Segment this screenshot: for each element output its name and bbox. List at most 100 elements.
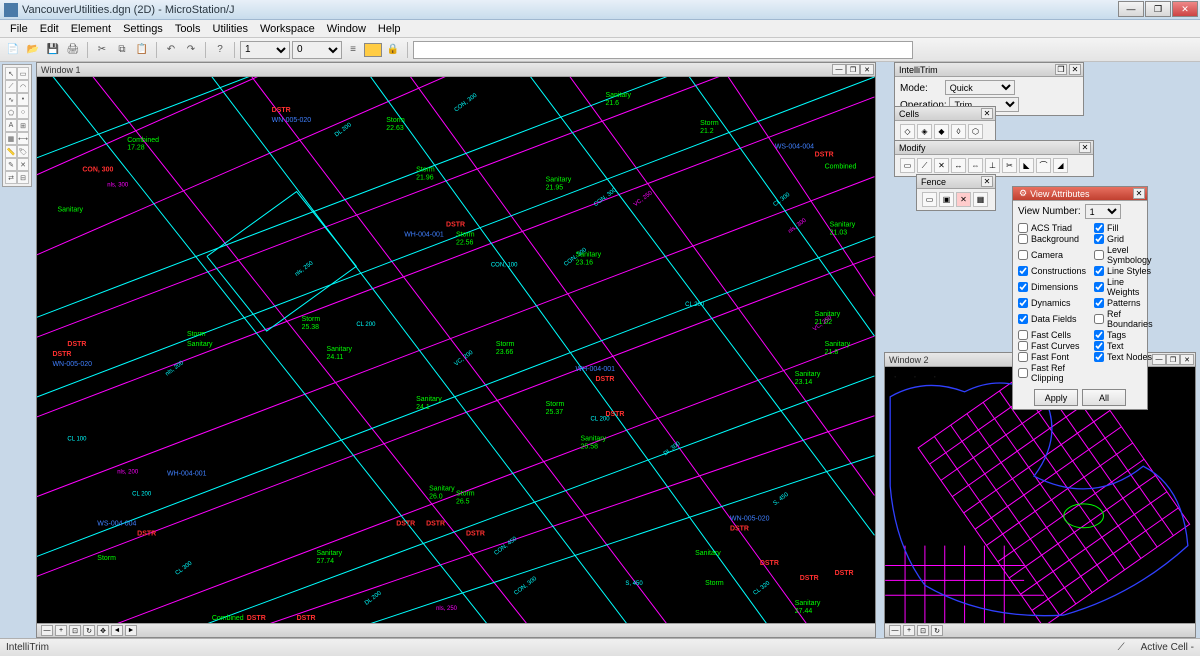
window-minimize-button[interactable]: — bbox=[1118, 1, 1144, 17]
panel-fence-title[interactable]: Fence ✕ bbox=[917, 175, 995, 189]
view1-minimize[interactable]: — bbox=[832, 64, 846, 75]
menu-settings[interactable]: Settings bbox=[117, 21, 169, 37]
tool-tag[interactable]: 🏷 bbox=[17, 145, 29, 158]
menu-tools[interactable]: Tools bbox=[169, 21, 207, 37]
view2-maximize[interactable]: ❐ bbox=[1166, 354, 1180, 365]
view2-btn-b[interactable]: + bbox=[903, 625, 915, 636]
viewattr-check-background[interactable] bbox=[1018, 234, 1028, 244]
modify-element-button[interactable]: ▭ bbox=[900, 158, 915, 173]
viewattr-check-fast-curves[interactable] bbox=[1018, 341, 1028, 351]
window-maximize-button[interactable]: ❐ bbox=[1145, 1, 1171, 17]
paste-button[interactable]: 📋 bbox=[133, 41, 151, 59]
modify-extend2-button[interactable]: ⇔ bbox=[968, 158, 983, 173]
cells-identify-button[interactable]: ◊ bbox=[951, 124, 966, 139]
viewattr-check-line-styles[interactable] bbox=[1094, 266, 1104, 276]
view2-btn-a[interactable]: — bbox=[889, 625, 901, 636]
view2-btn-fit[interactable]: ⊡ bbox=[917, 625, 929, 636]
tool-delete[interactable]: ✕ bbox=[17, 158, 29, 171]
viewattr-apply-button[interactable]: Apply bbox=[1034, 389, 1078, 406]
tool-polygon[interactable]: ⬠ bbox=[5, 106, 17, 119]
status-active-cell[interactable]: Active Cell - bbox=[1141, 642, 1194, 653]
view1-btn-b[interactable]: + bbox=[55, 625, 67, 636]
tool-fence[interactable]: ▭ bbox=[17, 67, 29, 80]
viewattr-check-line-weights[interactable] bbox=[1094, 282, 1104, 292]
tool-dimension[interactable]: ⟷ bbox=[17, 132, 29, 145]
tool-change[interactable]: ⇄ bbox=[5, 171, 17, 184]
cells-define-button[interactable]: ◈ bbox=[917, 124, 932, 139]
cut-button[interactable]: ✂ bbox=[93, 41, 111, 59]
viewattr-check-grid[interactable] bbox=[1094, 234, 1104, 244]
modify-partial-delete-button[interactable]: ⟋ bbox=[917, 158, 932, 173]
tool-curve[interactable]: ∿ bbox=[5, 93, 17, 106]
viewattr-check-dynamics[interactable] bbox=[1018, 298, 1028, 308]
menu-element[interactable]: Element bbox=[65, 21, 117, 37]
viewattr-check-fast-ref-clipping[interactable] bbox=[1018, 368, 1028, 378]
view1-btn-rotate[interactable]: ↻ bbox=[83, 625, 95, 636]
modify-fillet-button[interactable]: ⌒ bbox=[1036, 158, 1051, 173]
menu-workspace[interactable]: Workspace bbox=[254, 21, 321, 37]
menu-file[interactable]: File bbox=[4, 21, 34, 37]
viewattr-check-dimensions[interactable] bbox=[1018, 282, 1028, 292]
tool-select[interactable]: ↖ bbox=[5, 67, 17, 80]
modify-break-button[interactable]: ✕ bbox=[934, 158, 949, 173]
linestyle-select[interactable]: 0 bbox=[292, 41, 342, 59]
tool-modify[interactable]: ✎ bbox=[5, 158, 17, 171]
view1-btn-a[interactable]: — bbox=[41, 625, 53, 636]
view1-btn-prev[interactable]: ◄ bbox=[111, 625, 123, 636]
viewattr-check-camera[interactable] bbox=[1018, 250, 1028, 260]
viewattr-check-text-nodes[interactable] bbox=[1094, 352, 1104, 362]
view2-close[interactable]: ✕ bbox=[1180, 354, 1194, 365]
menu-edit[interactable]: Edit bbox=[34, 21, 65, 37]
tool-circle[interactable]: ○ bbox=[17, 106, 29, 119]
window-close-button[interactable]: ✕ bbox=[1172, 1, 1198, 17]
viewattr-check-level-symbology[interactable] bbox=[1094, 250, 1104, 260]
intellitrim-mode-select[interactable]: Quick bbox=[945, 80, 1015, 95]
panel-intellitrim-restore[interactable]: ❐ bbox=[1055, 64, 1067, 75]
modify-chamfer-button[interactable]: ◢ bbox=[1053, 158, 1068, 173]
panel-modify-close[interactable]: ✕ bbox=[1079, 142, 1091, 153]
view1-maximize[interactable]: ❐ bbox=[846, 64, 860, 75]
tool-arc[interactable]: ◠ bbox=[17, 80, 29, 93]
copy-button[interactable]: ⧉ bbox=[113, 41, 131, 59]
tool-cell[interactable]: ⊞ bbox=[17, 119, 29, 132]
panel-fence-close[interactable]: ✕ bbox=[981, 176, 993, 187]
help-button[interactable]: ? bbox=[211, 41, 229, 59]
fence-place-button[interactable]: ▭ bbox=[922, 192, 937, 207]
view1-titlebar[interactable]: Window 1 — ❐ ✕ bbox=[37, 63, 875, 77]
viewattr-all-button[interactable]: All bbox=[1082, 389, 1126, 406]
status-snap-icon[interactable]: ⟋ bbox=[1118, 642, 1125, 653]
cells-place-button[interactable]: ◇ bbox=[900, 124, 915, 139]
tool-point[interactable]: • bbox=[17, 93, 29, 106]
panel-intellitrim-title[interactable]: IntelliTrim ❐ ✕ bbox=[895, 63, 1083, 77]
save-file-button[interactable]: 💾 bbox=[44, 41, 62, 59]
view2-minimize[interactable]: — bbox=[1152, 354, 1166, 365]
menu-window[interactable]: Window bbox=[321, 21, 372, 37]
cells-select-button[interactable]: ⬡ bbox=[968, 124, 983, 139]
level-select[interactable]: 1 bbox=[240, 41, 290, 59]
viewattr-check-patterns[interactable] bbox=[1094, 298, 1104, 308]
view1-canvas[interactable]: Combined 17.28 CON, 300 nls, 300 Sanitar… bbox=[37, 77, 875, 623]
modify-vertex-button[interactable]: ◣ bbox=[1019, 158, 1034, 173]
tool-line[interactable]: ⟋ bbox=[5, 80, 17, 93]
view2-btn-rotate[interactable]: ↻ bbox=[931, 625, 943, 636]
viewattr-check-fast-cells[interactable] bbox=[1018, 330, 1028, 340]
view1-btn-fit[interactable]: ⊡ bbox=[69, 625, 81, 636]
panel-viewattr-title[interactable]: ⚙ View Attributes ✕ bbox=[1013, 187, 1147, 201]
modify-trim-button[interactable]: ⊥ bbox=[985, 158, 1000, 173]
viewattr-check-ref-boundaries[interactable] bbox=[1094, 314, 1104, 324]
viewattr-check-acs-triad[interactable] bbox=[1018, 223, 1028, 233]
viewattr-check-fast-font[interactable] bbox=[1018, 352, 1028, 362]
lineweight-button[interactable]: ≡ bbox=[344, 41, 362, 59]
redo-button[interactable]: ↷ bbox=[182, 41, 200, 59]
menu-utilities[interactable]: Utilities bbox=[207, 21, 254, 37]
fence-modify-button[interactable]: ▣ bbox=[939, 192, 954, 207]
view1-btn-pan[interactable]: ✥ bbox=[97, 625, 109, 636]
panel-intellitrim-close[interactable]: ✕ bbox=[1069, 64, 1081, 75]
tool-pattern[interactable]: ▦ bbox=[5, 132, 17, 145]
keyin-input[interactable] bbox=[413, 41, 913, 59]
panel-cells-close[interactable]: ✕ bbox=[981, 108, 993, 119]
panel-viewattr-close[interactable]: ✕ bbox=[1133, 188, 1145, 199]
fence-manipulate-button[interactable]: ✕ bbox=[956, 192, 971, 207]
tool-measure[interactable]: 📏 bbox=[5, 145, 17, 158]
modify-intellitrim-button[interactable]: ✂ bbox=[1002, 158, 1017, 173]
